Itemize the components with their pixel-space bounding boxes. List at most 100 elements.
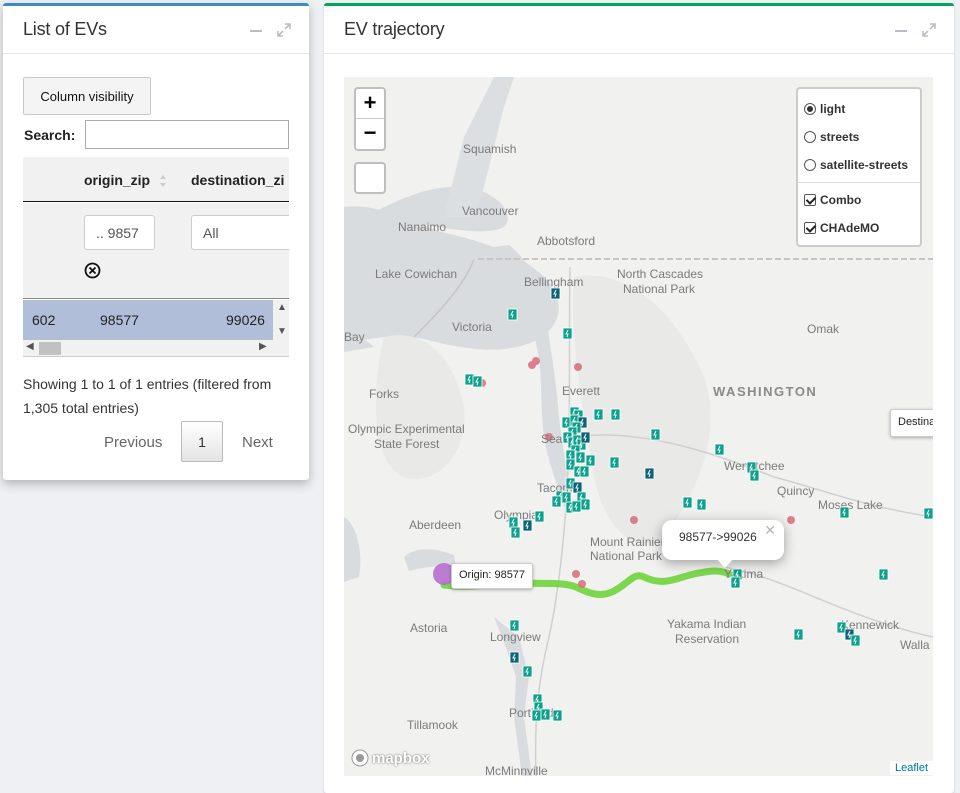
expand-icon[interactable]: [277, 22, 291, 37]
charger-marker[interactable]: [534, 510, 545, 523]
charger-marker[interactable]: [540, 708, 551, 721]
radio-selected-icon[interactable]: [804, 103, 816, 115]
charger-marker[interactable]: [561, 491, 572, 504]
ev-table: origin_zip destination_zi .. 9857 All 60…: [23, 157, 289, 357]
scrollbar-thumb[interactable]: [39, 342, 61, 355]
cell-destination-zip: 99026: [226, 312, 265, 328]
charger-marker[interactable]: [610, 408, 621, 421]
charger-marker[interactable]: [472, 375, 483, 388]
charger-marker[interactable]: [572, 481, 583, 494]
close-icon[interactable]: ✕: [764, 522, 776, 539]
charger-marker[interactable]: [714, 443, 725, 456]
charger-marker[interactable]: [575, 451, 586, 464]
charger-marker[interactable]: [730, 576, 741, 589]
cell-origin-zip: 98577: [100, 312, 139, 328]
panel-tools: [249, 22, 291, 37]
page-1-button[interactable]: 1: [181, 421, 223, 462]
origin-zip-filter[interactable]: .. 9857: [84, 215, 155, 250]
overlay-chademo[interactable]: CHAdeMO: [804, 214, 914, 242]
scroll-right-icon[interactable]: ▶: [259, 341, 267, 352]
charger-marker[interactable]: [579, 465, 590, 478]
sort-icon[interactable]: [159, 174, 167, 188]
search-input[interactable]: [85, 120, 289, 149]
charger-marker[interactable]: [508, 516, 519, 529]
charger-marker[interactable]: [644, 467, 655, 480]
map-extra-control[interactable]: [354, 162, 386, 194]
collapse-icon[interactable]: [249, 23, 263, 37]
charger-marker[interactable]: [793, 628, 804, 641]
mapbox-logo-text: mapbox: [372, 749, 430, 767]
checkbox-checked-icon[interactable]: [804, 222, 816, 234]
charger-marker[interactable]: [571, 500, 582, 513]
zoom-in-button[interactable]: +: [356, 89, 384, 119]
table-info: Showing 1 to 1 of 1 entries (filtered fr…: [23, 376, 272, 416]
filter-row: .. 9857 All: [23, 203, 289, 299]
charger-marker[interactable]: [650, 428, 661, 441]
charger-marker[interactable]: [850, 634, 861, 647]
scroll-up-icon[interactable]: ▲: [277, 302, 287, 313]
clear-filter-icon[interactable]: [84, 262, 101, 279]
charger-marker[interactable]: [522, 665, 533, 678]
charger-marker[interactable]: [551, 495, 562, 508]
column-header-origin-zip[interactable]: origin_zip: [84, 172, 150, 188]
base-layer-light[interactable]: light: [804, 95, 914, 123]
layer-label: streets: [820, 130, 860, 144]
charger-marker[interactable]: [923, 507, 933, 520]
charger-marker[interactable]: [878, 568, 889, 581]
panel-title: List of EVs: [23, 19, 107, 39]
search-label: Search:: [24, 127, 76, 143]
charger-marker[interactable]: [696, 498, 707, 511]
layers-divider: [798, 182, 920, 183]
route-popup: 98577->99026 ✕: [662, 520, 784, 568]
layers-control: light streets satellite-streets Combo CH…: [796, 87, 922, 247]
panel-title: EV trajectory: [344, 19, 445, 39]
column-header-destination-zip[interactable]: destination_zi: [191, 172, 284, 188]
popup-text: 98577->99026: [679, 530, 757, 544]
overlay-combo[interactable]: Combo: [804, 186, 914, 214]
map[interactable]: Squamish Vancouver Abbotsford Nanaimo La…: [344, 77, 933, 776]
destination-zip-filter[interactable]: All: [191, 215, 289, 250]
charger-marker[interactable]: [522, 519, 533, 532]
charger-marker[interactable]: [509, 619, 520, 632]
horizontal-scrollbar[interactable]: ◀ ▶: [23, 340, 289, 357]
popup-tip: [716, 558, 734, 568]
column-visibility-button[interactable]: Column visibility: [23, 77, 151, 115]
charger-marker[interactable]: [580, 498, 591, 511]
radio-icon[interactable]: [804, 159, 816, 171]
charger-marker[interactable]: [509, 651, 520, 664]
charger-marker[interactable]: [531, 709, 542, 722]
collapse-icon[interactable]: [894, 23, 908, 37]
vertical-scrollbar[interactable]: ▲ ▼: [273, 300, 289, 340]
charger-marker[interactable]: [682, 496, 693, 509]
expand-icon[interactable]: [922, 22, 936, 37]
charger-marker[interactable]: [580, 431, 591, 444]
leaflet-attribution-link[interactable]: Leaflet: [889, 761, 933, 775]
ev-trajectory-panel: EV trajectory Squamish Vancouver Abbotsf…: [324, 3, 954, 793]
charger-marker[interactable]: [507, 308, 518, 321]
charger-marker[interactable]: [593, 408, 604, 421]
next-button[interactable]: Next: [242, 434, 273, 451]
cell-id: 602: [32, 312, 56, 328]
base-layer-streets[interactable]: streets: [804, 123, 914, 151]
charger-marker[interactable]: [550, 287, 561, 300]
charger-marker[interactable]: [510, 526, 521, 539]
radio-icon[interactable]: [804, 131, 816, 143]
table-header: origin_zip destination_zi: [23, 157, 289, 202]
scroll-left-icon[interactable]: ◀: [26, 341, 34, 352]
zoom-out-button[interactable]: −: [356, 119, 384, 149]
panel-tools: [894, 22, 936, 37]
charger-marker[interactable]: [552, 709, 563, 722]
layer-label: CHAdeMO: [820, 221, 880, 235]
ev-trajectory-header: EV trajectory: [324, 6, 954, 54]
charger-marker[interactable]: [585, 454, 596, 467]
checkbox-checked-icon[interactable]: [804, 194, 816, 206]
scroll-down-icon[interactable]: ▼: [277, 326, 287, 337]
table-row[interactable]: 602 98577 99026: [23, 300, 289, 340]
previous-button[interactable]: Previous: [104, 434, 162, 451]
charger-marker[interactable]: [562, 327, 573, 340]
charger-marker[interactable]: [749, 469, 760, 482]
ev-list-panel: List of EVs Column visibility Search: or…: [3, 3, 309, 480]
charger-marker[interactable]: [839, 506, 850, 519]
charger-marker[interactable]: [609, 456, 620, 469]
base-layer-satellite-streets[interactable]: satellite-streets: [804, 151, 914, 179]
